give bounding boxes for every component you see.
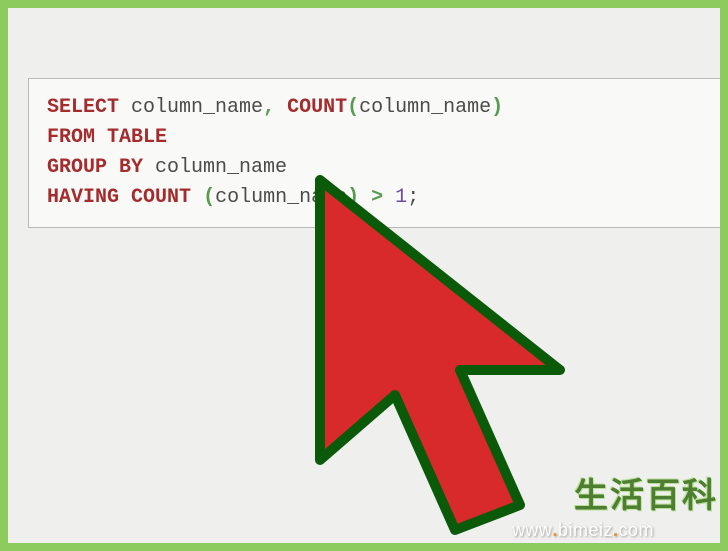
code-line-1: SELECT column_name, COUNT(column_name) bbox=[47, 93, 702, 123]
identifier-column-name: column_name bbox=[359, 96, 491, 119]
keyword-having: HAVING bbox=[47, 186, 119, 209]
keyword-select: SELECT bbox=[47, 96, 119, 119]
paren-open: ( bbox=[347, 96, 359, 119]
paren-open: ( bbox=[203, 186, 215, 209]
paren-close: ) bbox=[347, 186, 359, 209]
space bbox=[191, 186, 203, 209]
content-panel: SELECT column_name, COUNT(column_name) F… bbox=[8, 8, 720, 543]
identifier-column-name: column_name bbox=[155, 156, 287, 179]
identifier-column-name: column_name bbox=[131, 96, 263, 119]
function-count: COUNT bbox=[287, 96, 347, 119]
code-line-3: GROUP BY column_name bbox=[47, 153, 702, 183]
watermark-url-tld: com bbox=[618, 520, 654, 540]
code-line-4: HAVING COUNT (column_name) > 1; bbox=[47, 183, 702, 213]
space bbox=[359, 186, 371, 209]
space bbox=[275, 96, 287, 119]
paren-close: ) bbox=[491, 96, 503, 119]
watermark-url-www: www bbox=[512, 520, 553, 540]
identifier-column-name: column_name bbox=[215, 186, 347, 209]
watermark-url: www.bimeiz.com bbox=[512, 520, 654, 541]
space bbox=[119, 186, 131, 209]
comma: , bbox=[263, 96, 275, 119]
literal-number: 1 bbox=[395, 186, 407, 209]
function-count: COUNT bbox=[131, 186, 191, 209]
space bbox=[383, 186, 395, 209]
space bbox=[119, 96, 131, 119]
semicolon: ; bbox=[407, 186, 419, 209]
watermark-chinese: 生活百科 bbox=[574, 468, 718, 517]
code-line-2: FROM TABLE bbox=[47, 123, 702, 153]
space bbox=[95, 126, 107, 149]
watermark-url-domain: bimeiz bbox=[558, 520, 613, 540]
sql-code-block: SELECT column_name, COUNT(column_name) F… bbox=[28, 78, 720, 228]
operator-greater-than: > bbox=[371, 186, 383, 209]
keyword-table: TABLE bbox=[107, 126, 167, 149]
keyword-from: FROM bbox=[47, 126, 95, 149]
space bbox=[143, 156, 155, 179]
keyword-group-by: GROUP BY bbox=[47, 156, 143, 179]
